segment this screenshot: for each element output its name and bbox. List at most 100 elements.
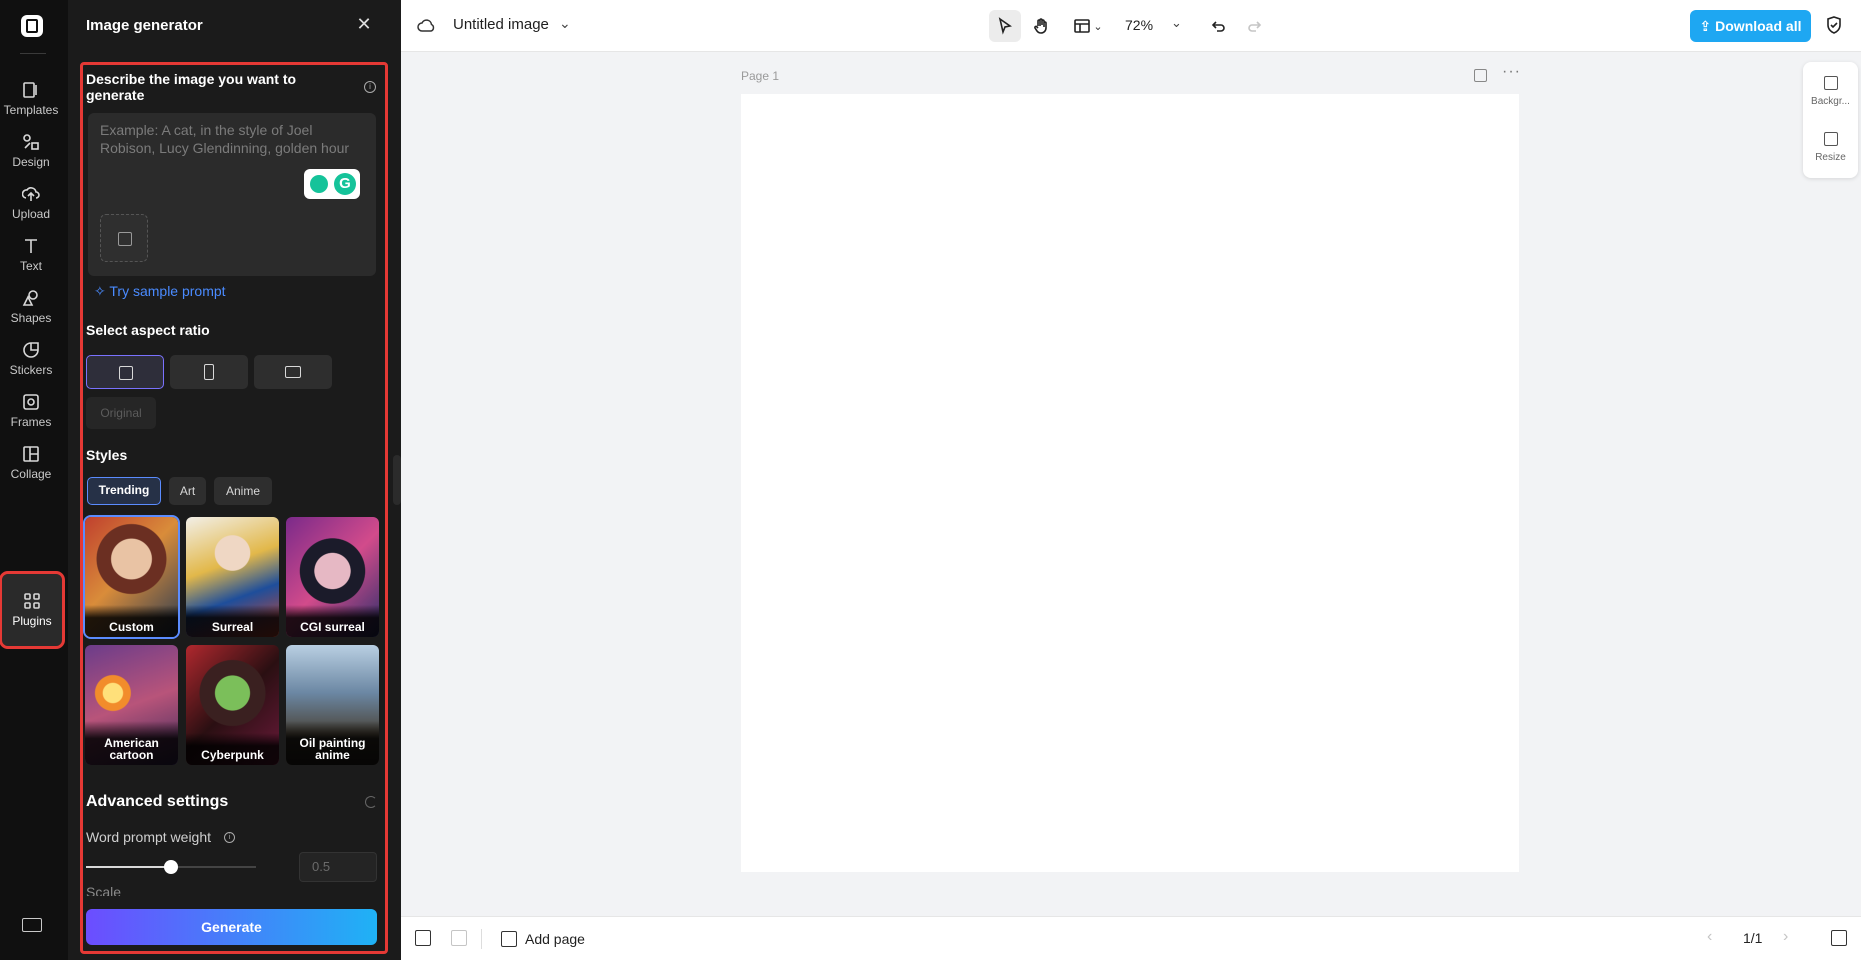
undo-button[interactable] bbox=[1202, 10, 1234, 42]
tab-trending[interactable]: Trending bbox=[87, 477, 161, 505]
style-card-label: Oil painting anime bbox=[286, 721, 379, 765]
rail-item-label: Shapes bbox=[10, 311, 52, 325]
style-card-cgi-surreal[interactable]: CGI surreal bbox=[286, 517, 379, 637]
left-rail: Templates Design Upload Text Shapes Stic… bbox=[0, 0, 68, 960]
try-sample-prompt-link[interactable]: ✧ Try sample prompt bbox=[94, 283, 226, 300]
reset-icon[interactable] bbox=[365, 796, 377, 808]
previous-page-icon[interactable]: ‹ bbox=[1707, 928, 1712, 946]
zoom-level[interactable]: 72% bbox=[1125, 17, 1153, 33]
grammarly-widget[interactable]: G bbox=[304, 169, 360, 199]
slider-handle[interactable] bbox=[164, 860, 178, 874]
grammarly-icon[interactable]: G bbox=[334, 173, 356, 195]
style-card-surreal[interactable]: Surreal bbox=[186, 517, 279, 637]
delete-icon[interactable] bbox=[451, 930, 467, 946]
chevron-down-icon[interactable]: ⌄ bbox=[1171, 15, 1182, 31]
background-label: Backgr... bbox=[1811, 96, 1850, 107]
rail-item-design[interactable]: Design bbox=[0, 122, 62, 180]
background-icon bbox=[1823, 76, 1838, 90]
rail-item-label: Design bbox=[12, 155, 50, 169]
background-button[interactable]: Backgr... bbox=[1803, 76, 1858, 107]
duplicate-page-icon[interactable] bbox=[1474, 69, 1487, 82]
panel-collapse-handle[interactable] bbox=[393, 455, 401, 505]
style-card-label: Cyberpunk bbox=[186, 733, 279, 765]
pointer-icon bbox=[998, 17, 1012, 35]
aspect-portrait-button[interactable] bbox=[170, 355, 248, 389]
style-card-oil-painting-anime[interactable]: Oil painting anime bbox=[286, 645, 379, 765]
style-card-american-cartoon[interactable]: American cartoon bbox=[85, 645, 178, 765]
select-tool[interactable] bbox=[989, 10, 1021, 42]
keyboard-shortcuts-icon[interactable] bbox=[22, 918, 42, 932]
templates-icon bbox=[23, 82, 37, 98]
layers-icon[interactable] bbox=[1831, 930, 1847, 946]
rail-item-frames[interactable]: Frames bbox=[0, 382, 62, 440]
word-prompt-weight-slider[interactable] bbox=[86, 860, 256, 874]
redo-button[interactable] bbox=[1239, 10, 1271, 42]
rail-item-label: Stickers bbox=[9, 363, 53, 377]
tab-art[interactable]: Art bbox=[169, 477, 206, 505]
document-title[interactable]: Untitled image bbox=[453, 16, 549, 33]
rail-item-label: Upload bbox=[11, 207, 51, 221]
design-page[interactable] bbox=[741, 94, 1519, 872]
layout-icon bbox=[1074, 19, 1091, 33]
aspect-original-button: Original bbox=[86, 397, 156, 429]
redo-icon bbox=[1248, 21, 1262, 32]
advanced-settings-label: Advanced settings bbox=[86, 793, 229, 810]
stickers-icon bbox=[23, 342, 39, 358]
shapes-icon bbox=[22, 290, 38, 306]
reference-image-upload-button[interactable] bbox=[100, 214, 148, 262]
shield-check-icon[interactable] bbox=[1825, 15, 1843, 35]
rail-item-collage[interactable]: Collage bbox=[0, 434, 62, 492]
prompt-textarea[interactable]: Example: A cat, in the style of Joel Rob… bbox=[88, 113, 376, 276]
add-page-label: Add page bbox=[525, 931, 585, 947]
rail-item-label: Frames bbox=[10, 415, 52, 429]
styles-label: Styles bbox=[86, 447, 128, 463]
style-card-label: CGI surreal bbox=[286, 605, 379, 637]
aspect-landscape-button[interactable] bbox=[254, 355, 332, 389]
aspect-square-button[interactable] bbox=[86, 355, 164, 389]
resize-button[interactable]: Resize bbox=[1803, 132, 1858, 163]
word-prompt-weight-label: Word prompt weight bbox=[86, 829, 212, 845]
rail-item-text[interactable]: Text bbox=[0, 226, 62, 284]
info-icon[interactable]: i bbox=[364, 81, 376, 93]
right-quick-panel: Backgr... Resize bbox=[1803, 62, 1858, 178]
word-prompt-weight-input[interactable]: 0.5 bbox=[299, 852, 377, 882]
rail-item-shapes[interactable]: Shapes bbox=[0, 278, 62, 336]
rail-item-plugins[interactable]: Plugins bbox=[0, 571, 65, 649]
resize-label: Resize bbox=[1815, 152, 1846, 163]
style-card-label: Surreal bbox=[186, 605, 279, 637]
pages-overview-icon[interactable] bbox=[415, 930, 431, 946]
square-ratio-icon bbox=[119, 366, 133, 380]
generate-button[interactable]: Generate bbox=[86, 909, 377, 945]
style-card-custom[interactable]: Custom bbox=[83, 515, 180, 639]
close-icon[interactable]: ✕ bbox=[354, 14, 374, 34]
lightbulb-icon[interactable] bbox=[310, 175, 328, 193]
scale-label: Scale bbox=[86, 884, 122, 896]
rail-item-upload[interactable]: Upload bbox=[0, 174, 62, 232]
hand-tool[interactable] bbox=[1025, 10, 1057, 42]
tab-anime[interactable]: Anime bbox=[214, 477, 272, 505]
info-icon[interactable]: i bbox=[224, 832, 235, 843]
next-page-icon[interactable]: › bbox=[1783, 928, 1788, 946]
aspect-ratio-label: Select aspect ratio bbox=[86, 322, 210, 338]
landscape-ratio-icon bbox=[285, 366, 301, 378]
download-all-button[interactable]: ⇪ Download all bbox=[1690, 10, 1811, 42]
prompt-placeholder: Example: A cat, in the style of Joel Rob… bbox=[100, 122, 350, 156]
style-card-cyberpunk[interactable]: Cyberpunk bbox=[186, 645, 279, 765]
rail-item-label: Text bbox=[19, 259, 42, 273]
page-label: Page 1 bbox=[741, 69, 780, 83]
cloud-save-icon[interactable] bbox=[417, 16, 437, 36]
describe-label: Describe the image you want to generate bbox=[86, 71, 297, 103]
rail-item-stickers[interactable]: Stickers bbox=[0, 330, 62, 388]
app-logo-icon[interactable] bbox=[21, 15, 43, 37]
add-page-button[interactable]: Add page bbox=[501, 927, 585, 951]
chevron-down-icon[interactable]: ⌄ bbox=[559, 15, 571, 32]
resize-icon bbox=[1823, 132, 1838, 146]
style-card-label: Custom bbox=[85, 605, 178, 637]
rail-item-templates[interactable]: Templates bbox=[0, 70, 62, 128]
layout-tool[interactable]: ⌄ bbox=[1068, 10, 1108, 42]
text-icon bbox=[25, 239, 37, 253]
image-generator-panel: Image generator ✕ Describe the image you… bbox=[68, 0, 401, 960]
rail-item-label: Plugins bbox=[12, 614, 52, 628]
more-options-icon[interactable]: ··· bbox=[1502, 63, 1521, 81]
undo-icon bbox=[1211, 21, 1225, 32]
